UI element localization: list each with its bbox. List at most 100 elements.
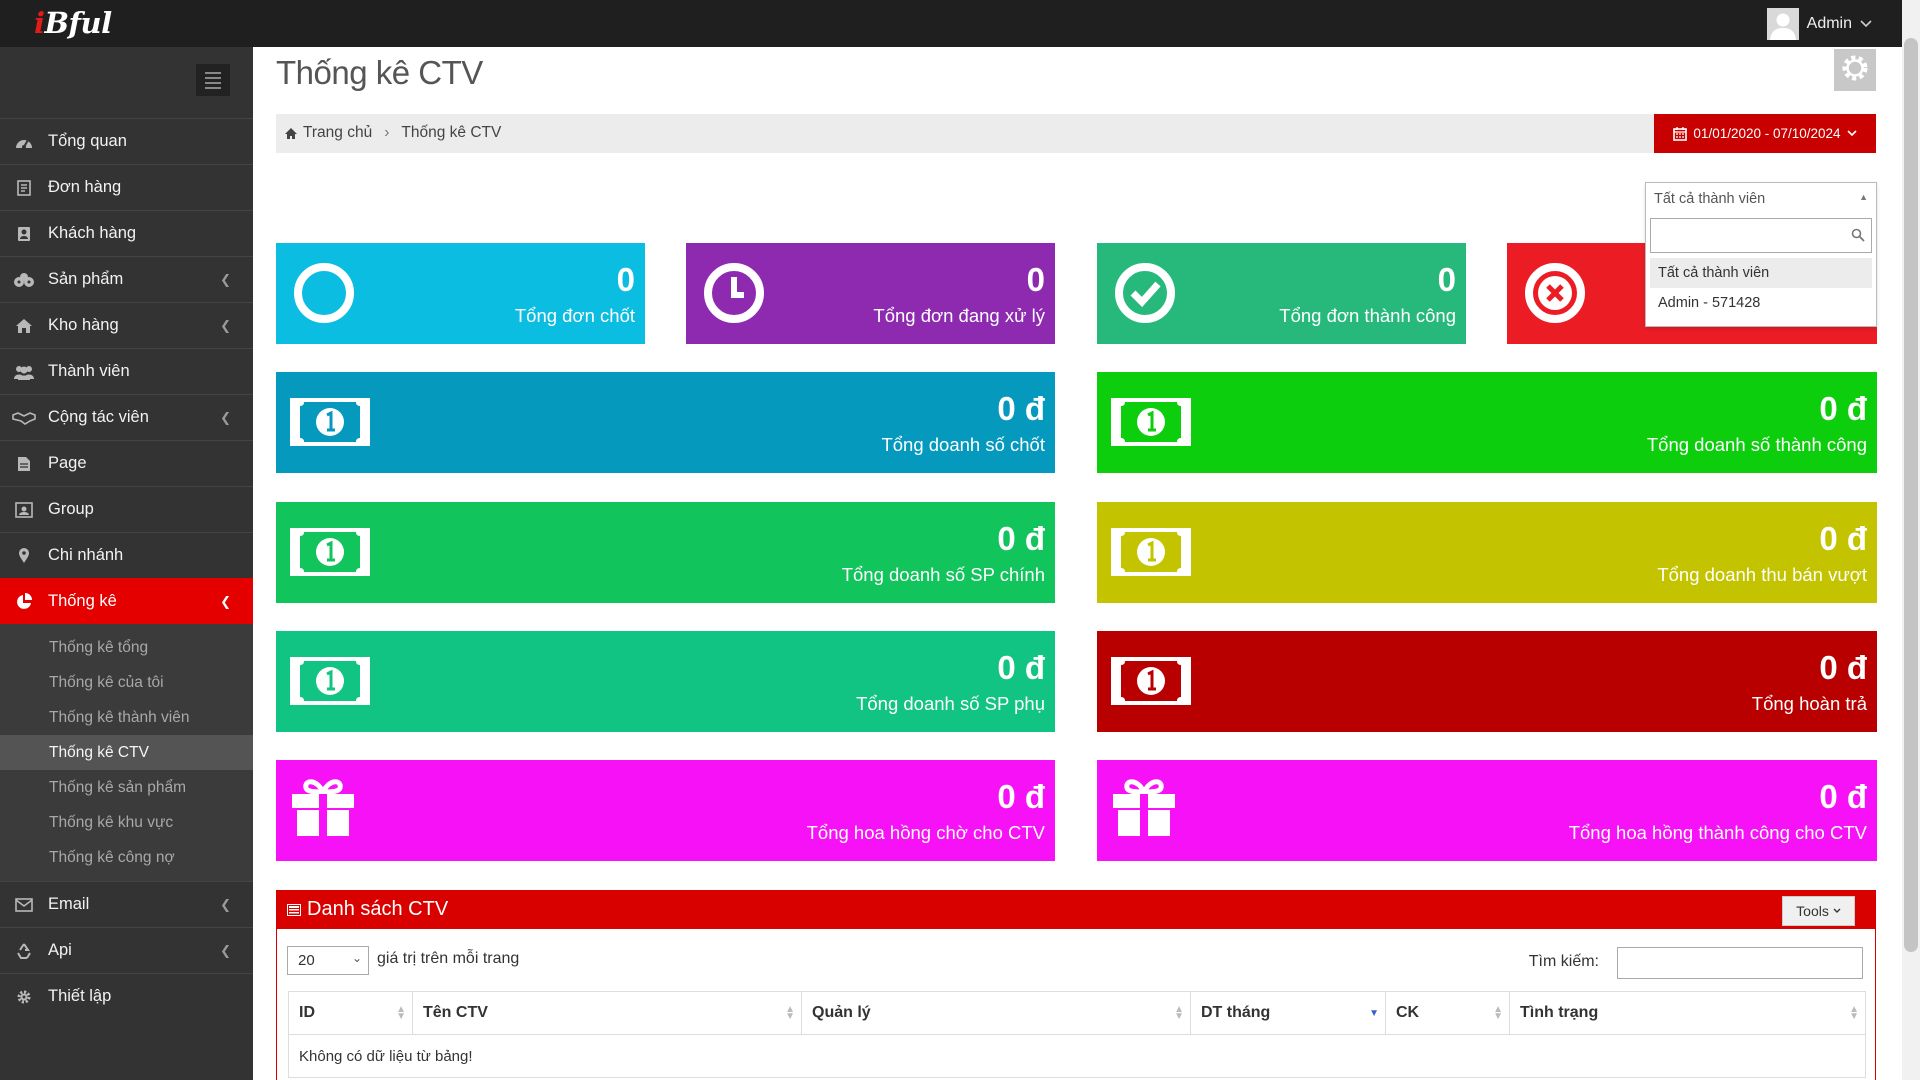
page-icon <box>0 456 48 472</box>
tile-refund[interactable]: 0 đ Tổng hoàn trả <box>1097 631 1877 732</box>
tile-revenue-closed[interactable]: 0 đ Tổng doanh số chốt <box>276 372 1055 473</box>
sidebar-item-thanh-vien[interactable]: Thành viên <box>0 348 253 394</box>
page-title: Thống kê CTV <box>276 54 483 91</box>
tile-value: 0 đ <box>1819 778 1867 815</box>
tile-label: Tổng doanh thu bán vượt <box>1657 564 1867 585</box>
table-search-box <box>1617 947 1863 979</box>
page-size-select[interactable]: 20 ⌄ <box>287 946 369 975</box>
money-icon <box>1111 647 1191 714</box>
sidebar-item-don-hang[interactable]: Đơn hàng <box>0 164 253 210</box>
member-option-all[interactable]: Tất cả thành viên <box>1650 258 1872 288</box>
tile-label: Tổng doanh số thành công <box>1646 434 1867 455</box>
tile-value: 0 đ <box>1819 649 1867 686</box>
sidebar-item-thong-ke[interactable]: Thống kê ❮ <box>0 578 253 624</box>
sidebar-item-api[interactable]: Api ❮ <box>0 927 253 973</box>
sub-item-thong-ke-khu-vuc[interactable]: Thống kê khu vực <box>0 805 253 840</box>
empty-table-message: Không có dữ liệu từ bảng! <box>288 1034 1866 1078</box>
check-circle-icon <box>1111 259 1179 332</box>
tile-orders-success[interactable]: 0 Tổng đơn thành công <box>1097 243 1466 344</box>
table-search-input[interactable] <box>1618 948 1862 978</box>
app-logo[interactable]: iBful <box>34 6 112 40</box>
date-range-picker[interactable]: 01/01/2020 - 07/10/2024 <box>1654 114 1876 153</box>
hamburger-icon <box>205 71 221 74</box>
member-filter-selected[interactable]: Tất cả thành viên ▲ <box>1646 183 1876 216</box>
money-icon <box>1111 518 1191 585</box>
chevron-down-icon <box>1833 908 1841 913</box>
member-option-admin[interactable]: Admin - 571428 <box>1646 288 1876 318</box>
panel-header: Danh sách CTV Tools <box>277 891 1875 929</box>
top-bar: iBful Admin <box>0 0 1920 47</box>
sidebar-item-san-pham[interactable]: Sản phẩm ❮ <box>0 256 253 302</box>
column-header-id[interactable]: ID ▲ ▼ <box>288 991 413 1035</box>
member-search-input[interactable] <box>1651 219 1871 252</box>
sidebar-toggle-button[interactable] <box>196 64 230 96</box>
customer-icon <box>0 226 48 242</box>
tile-revenue-sub-product[interactable]: 0 đ Tổng doanh số SP phụ <box>276 631 1055 732</box>
tile-value: 0 đ <box>1819 390 1867 427</box>
chevron-left-icon: ❮ <box>220 318 231 333</box>
column-header-ck[interactable]: CK ▲ ▼ <box>1385 991 1510 1035</box>
money-icon <box>290 647 370 714</box>
sub-item-thong-ke-tong[interactable]: Thống kê tổng <box>0 630 253 665</box>
scrollbar-thumb[interactable] <box>1904 38 1918 952</box>
list-icon <box>287 903 301 916</box>
sidebar-item-khach-hang[interactable]: Khách hàng <box>0 210 253 256</box>
member-search-box <box>1650 218 1872 253</box>
money-icon <box>290 518 370 585</box>
sub-item-thong-ke-thanh-vien[interactable]: Thống kê thành viên <box>0 700 253 735</box>
chevron-down-icon <box>1860 15 1872 33</box>
member-filter-dropdown[interactable]: Tất cả thành viên ▲ Tất cả thành viên Ad… <box>1645 182 1877 327</box>
table-row: Không có dữ liệu từ bảng! <box>288 1034 1866 1078</box>
tile-label: Tổng doanh số SP chính <box>841 564 1045 585</box>
tile-revenue-over[interactable]: 0 đ Tổng doanh thu bán vượt <box>1097 502 1877 603</box>
column-header-tinh-trang[interactable]: Tình trạng ▲ ▼ <box>1509 991 1866 1035</box>
search-icon <box>1851 228 1865 247</box>
sub-item-thong-ke-cong-no[interactable]: Thống kê công nợ <box>0 840 253 875</box>
home-icon <box>285 127 297 139</box>
tile-orders-closed[interactable]: 0 Tổng đơn chốt <box>276 243 645 344</box>
tile-orders-processing[interactable]: 0 Tổng đơn đang xử lý <box>686 243 1055 344</box>
chevron-left-icon: ❮ <box>220 410 231 425</box>
tile-commission-pending[interactable]: 0 đ Tổng hoa hồng chờ cho CTV <box>276 760 1055 861</box>
column-header-dt-thang[interactable]: DT tháng ▼ <box>1190 991 1386 1035</box>
column-header-quan-ly[interactable]: Quản lý ▲ ▼ <box>801 991 1191 1035</box>
products-icon <box>0 272 48 288</box>
members-icon <box>0 364 48 380</box>
sub-item-thong-ke-cua-toi[interactable]: Thống kê của tôi <box>0 665 253 700</box>
sidebar-item-page[interactable]: Page <box>0 440 253 486</box>
tile-commission-success[interactable]: 0 đ Tổng hoa hồng thành công cho CTV <box>1097 760 1877 861</box>
gear-icon <box>0 989 48 1005</box>
tile-revenue-main-product[interactable]: 0 đ Tổng doanh số SP chính <box>276 502 1055 603</box>
gear-icon <box>1841 54 1869 87</box>
sub-item-thong-ke-san-pham[interactable]: Thống kê sản phẩm <box>0 770 253 805</box>
tile-value: 0 <box>616 261 635 298</box>
sidebar-item-kho-hang[interactable]: Kho hàng ❮ <box>0 302 253 348</box>
breadcrumb-home-link[interactable]: Trang chủ <box>284 124 372 142</box>
group-icon <box>0 501 48 518</box>
sidebar-item-group[interactable]: Group <box>0 486 253 532</box>
tile-label: Tổng hoa hồng thành công cho CTV <box>1568 822 1867 843</box>
sidebar-item-thiet-lap[interactable]: Thiết lập <box>0 973 253 1019</box>
sidebar-item-chi-nhanh[interactable]: Chi nhánh <box>0 532 253 578</box>
sidebar-item-email[interactable]: Email ❮ <box>0 881 253 927</box>
sidebar-item-cong-tac-vien[interactable]: Cộng tác viên ❮ <box>0 394 253 440</box>
breadcrumb-current: Thống kê CTV <box>401 124 502 141</box>
gift-icon <box>290 776 356 843</box>
main-content: Thống kê CTV Trang chủ › Thống kê CTV 01… <box>253 47 1902 1080</box>
money-icon <box>1111 388 1191 455</box>
tile-value: 0 đ <box>997 520 1045 557</box>
date-range-value: 01/01/2020 - 07/10/2024 <box>1693 126 1841 141</box>
tile-value: 0 đ <box>997 778 1045 815</box>
tile-value: 0 <box>1437 261 1456 298</box>
column-header-ten-ctv[interactable]: Tên CTV ▲ ▼ <box>412 991 802 1035</box>
orders-icon <box>0 179 48 196</box>
user-menu[interactable]: Admin <box>1766 7 1872 41</box>
tile-value: 0 <box>1026 261 1045 298</box>
settings-button[interactable] <box>1834 49 1876 91</box>
dashboard-icon <box>0 134 48 150</box>
page-scrollbar[interactable] <box>1902 0 1920 1080</box>
sub-item-thong-ke-ctv[interactable]: Thống kê CTV <box>0 735 253 770</box>
tile-revenue-success[interactable]: 0 đ Tổng doanh số thành công <box>1097 372 1877 473</box>
sidebar-item-tong-quan[interactable]: Tổng quan <box>0 118 253 164</box>
tools-button[interactable]: Tools <box>1782 896 1855 926</box>
